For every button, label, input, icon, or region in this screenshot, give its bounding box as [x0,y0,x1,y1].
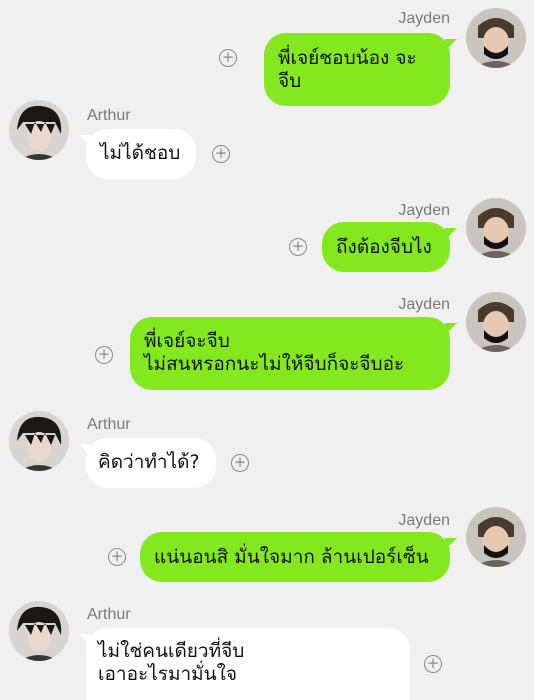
jayden-avatar[interactable] [466,8,526,68]
jayden-avatar[interactable] [466,292,526,352]
message-bubble[interactable]: แน่นอนสิ มั่นใจมาก ล้านเปอร์เซ็น [140,532,457,582]
plus-circle-icon[interactable]: + [289,238,307,256]
sender-name: Jayden [398,296,450,313]
arthur-avatar[interactable] [9,601,69,661]
sender-name: Jayden [398,10,450,27]
plus-circle-icon[interactable]: + [212,145,230,163]
plus-circle-icon[interactable]: + [95,346,113,364]
sender-name: Arthur [87,606,131,623]
sender-name: Jayden [398,202,450,219]
sender-name: Arthur [87,107,131,124]
sender-name: Arthur [87,416,131,433]
message-bubble[interactable]: ไม่ได้ชอบ [79,129,196,179]
sender-name: Jayden [398,512,450,529]
message-bubble[interactable]: คิดว่าทำได้? [79,438,216,488]
message-bubble[interactable]: ถึงต้องจีบไง [322,222,457,272]
message-bubble[interactable]: ไม่ใช่คนเดียวที่จีบ เอาอะไรมามั่นใจ [79,628,410,700]
arthur-avatar[interactable] [9,411,69,471]
plus-circle-icon[interactable]: + [231,454,249,472]
arthur-avatar[interactable] [9,100,69,160]
jayden-avatar[interactable] [466,198,526,258]
jayden-avatar[interactable] [466,507,526,567]
plus-circle-icon[interactable]: + [108,548,126,566]
plus-circle-icon[interactable]: + [219,49,237,67]
message-bubble[interactable]: พี่เจย์ชอบน้อง จะจีบ [264,33,457,106]
plus-circle-icon[interactable]: + [424,655,442,673]
message-bubble[interactable]: พี่เจย์จะจีบ ไม่สนหรอกนะไม่ให้จีบก็จะจีบ… [130,317,457,390]
